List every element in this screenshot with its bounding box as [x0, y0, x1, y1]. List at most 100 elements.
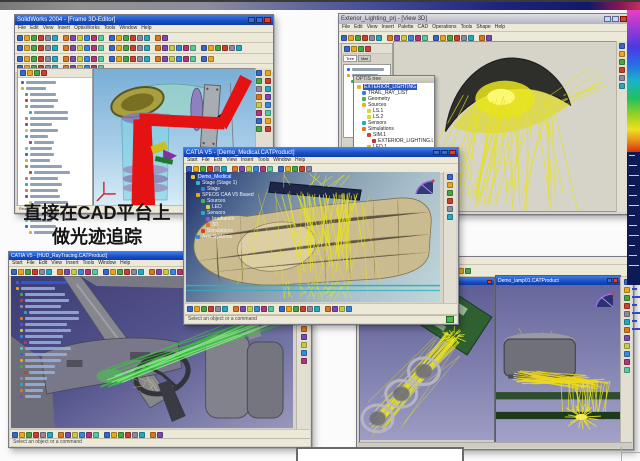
toolbar-icon[interactable]	[40, 432, 46, 438]
menu-item[interactable]: File	[342, 24, 350, 31]
maximize-button[interactable]	[441, 150, 448, 155]
toolbar-icon[interactable]	[45, 45, 51, 51]
toolbar-icon[interactable]	[31, 56, 37, 62]
toolbar-icon[interactable]	[286, 306, 292, 312]
toolbar-icon[interactable]	[24, 45, 30, 51]
toolbar-icon[interactable]	[45, 35, 51, 41]
toolbar-icon[interactable]	[619, 51, 625, 57]
toolbar-icon[interactable]	[369, 35, 375, 41]
menu-item[interactable]: Operations	[432, 24, 456, 31]
toolbar-icon[interactable]	[65, 432, 71, 438]
close-button[interactable]	[487, 280, 492, 284]
toolbar-icon[interactable]	[78, 269, 84, 275]
toolbar-icon[interactable]	[306, 166, 312, 172]
toolbar-icon[interactable]	[301, 342, 307, 348]
toolbar-icon[interactable]	[32, 269, 38, 275]
toolbar-icon[interactable]	[300, 306, 306, 312]
menu-item[interactable]: Tools	[461, 24, 473, 31]
menu-item[interactable]: Insert	[57, 25, 70, 32]
toolbar-icon[interactable]	[624, 287, 630, 293]
minimize-button[interactable]	[607, 278, 612, 283]
toolbar-icon[interactable]	[117, 269, 123, 275]
toolbar-icon[interactable]	[26, 432, 32, 438]
toolbar-icon[interactable]	[447, 182, 453, 188]
toolbar-icon[interactable]	[137, 35, 143, 41]
toolbar-icon[interactable]	[265, 102, 271, 108]
tree-item[interactable]: Axis Systems	[189, 234, 284, 240]
toolbar-icon[interactable]	[208, 56, 214, 62]
menu-item[interactable]: Tools	[83, 260, 95, 267]
toolbar-icon[interactable]	[215, 45, 221, 51]
toolbar-icon[interactable]	[265, 126, 271, 132]
menu-item[interactable]: View	[51, 260, 62, 267]
minimize-button[interactable]	[248, 17, 255, 23]
toolbar-icon[interactable]	[247, 306, 253, 312]
toolbar-icon[interactable]	[422, 35, 428, 41]
toolbar-icon[interactable]	[123, 56, 129, 62]
toolbar-icon[interactable]	[325, 306, 331, 312]
toolbar-icon[interactable]	[109, 45, 115, 51]
toolbar-icon[interactable]	[301, 350, 307, 356]
toolbar-icon[interactable]	[38, 35, 44, 41]
maximize-button[interactable]	[612, 16, 619, 22]
toolbar-icon[interactable]	[624, 359, 630, 365]
menu-item[interactable]: Edit	[30, 25, 39, 32]
toolbar-icon[interactable]	[98, 45, 104, 51]
toolbar-icon[interactable]	[624, 367, 630, 373]
toolbar-icon[interactable]	[401, 35, 407, 41]
toolbar-icon[interactable]	[31, 35, 37, 41]
toolbar-icon[interactable]	[138, 269, 144, 275]
toolbar-icon[interactable]	[11, 269, 17, 275]
toolbar-icon[interactable]	[63, 45, 69, 51]
toolbar-icon[interactable]	[229, 45, 235, 51]
toolbar-icon[interactable]	[619, 83, 625, 89]
toolbar-icon[interactable]	[155, 45, 161, 51]
menu-item[interactable]: Help	[495, 24, 505, 31]
toolbar-icon[interactable]	[201, 45, 207, 51]
menu-item[interactable]: Window	[273, 157, 291, 164]
toolbar-icon[interactable]	[256, 86, 262, 92]
close-button[interactable]	[613, 278, 618, 283]
toolbar-icon[interactable]	[190, 56, 196, 62]
toolbar-icon[interactable]	[116, 56, 122, 62]
toolbar-icon[interactable]	[339, 306, 345, 312]
menu-item[interactable]: Start	[12, 260, 23, 267]
menu-item[interactable]: Help	[141, 25, 151, 32]
toolbar-icon[interactable]	[18, 269, 24, 275]
toolbar-icon[interactable]	[447, 174, 453, 180]
toolbar-icon[interactable]	[624, 319, 630, 325]
toolbar-icon[interactable]	[301, 334, 307, 340]
toolbar-icon[interactable]	[233, 306, 239, 312]
medical-title-bar[interactable]: CATIA V5 - [Demo_Medical.CATProduct]	[184, 148, 458, 157]
toolbar-icon[interactable]	[465, 268, 471, 274]
toolbar-icon[interactable]	[200, 166, 206, 172]
toolbar-icon[interactable]	[222, 45, 228, 51]
toolbar-icon[interactable]	[144, 45, 150, 51]
toolbar-icon[interactable]	[41, 70, 47, 76]
toolbar-icon[interactable]	[619, 67, 625, 73]
toolbar-icon[interactable]	[64, 269, 70, 275]
toolbar-icon[interactable]	[619, 43, 625, 49]
optics-scrollbar[interactable]	[616, 41, 627, 212]
toolbar-icon[interactable]	[256, 70, 262, 76]
toolbar-icon[interactable]	[79, 432, 85, 438]
toolbar-icon[interactable]	[256, 110, 262, 116]
toolbar-icon[interactable]	[479, 35, 485, 41]
toolbar-icon[interactable]	[72, 432, 78, 438]
toolbar-icon[interactable]	[163, 269, 169, 275]
toolbar-icon[interactable]	[348, 35, 354, 41]
toolbar-icon[interactable]	[221, 166, 227, 172]
toolbar-icon[interactable]	[130, 35, 136, 41]
interior-tree[interactable]	[14, 279, 94, 399]
toolbar-icon[interactable]	[109, 35, 115, 41]
toolbar-icon[interactable]	[624, 335, 630, 341]
toolbar-icon[interactable]	[307, 306, 313, 312]
toolbar-icon[interactable]	[624, 303, 630, 309]
toolbar-icon[interactable]	[19, 432, 25, 438]
toolbar-icon[interactable]	[365, 46, 371, 52]
toolbar-icon[interactable]	[84, 45, 90, 51]
toolbar-icon[interactable]	[25, 269, 31, 275]
toolbar-icon[interactable]	[394, 35, 400, 41]
toolbar-icon[interactable]	[278, 166, 284, 172]
toolbar-icon[interactable]	[38, 56, 44, 62]
